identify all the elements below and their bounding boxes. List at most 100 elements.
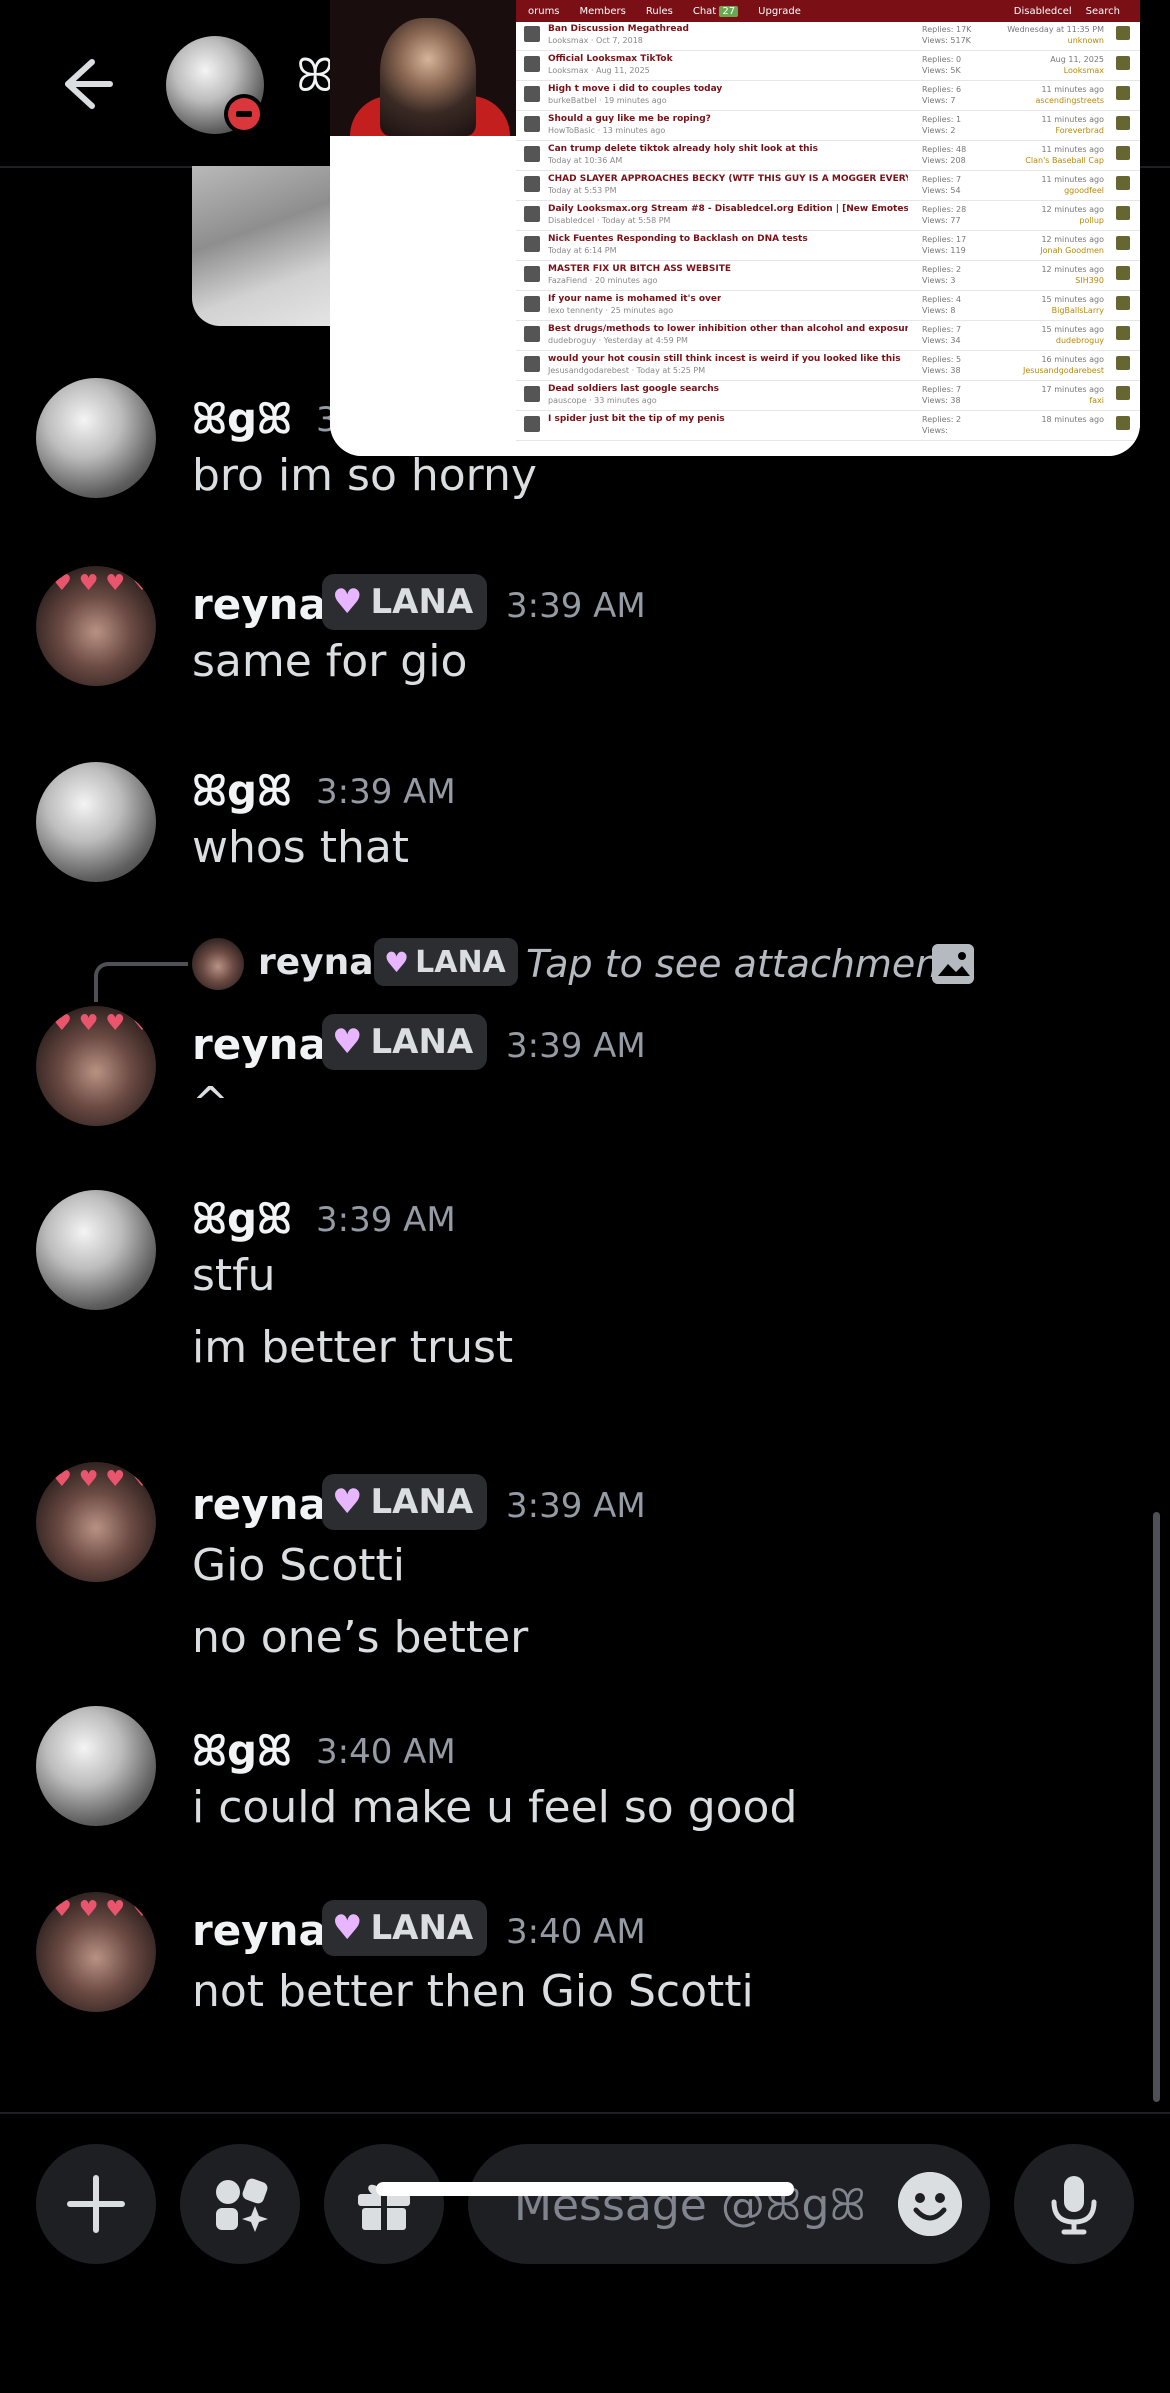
server-tag[interactable]: ♥ LANA — [322, 574, 488, 630]
emoji-icon[interactable] — [898, 2172, 962, 2236]
forum-nav-item[interactable]: Upgrade — [758, 6, 801, 17]
forum-nav-item[interactable]: Members — [580, 6, 626, 17]
forum-thread-row[interactable]: Should a guy like me be roping? HowToBasi… — [516, 112, 1140, 141]
back-arrow-icon[interactable] — [52, 52, 116, 116]
thread-title[interactable]: would your hot cousin still think incest… — [548, 354, 901, 364]
thread-last-post: 15 minutes ago BigBallsLarry — [1041, 295, 1104, 315]
thread-title[interactable]: Nick Fuentes Responding to Backlash on D… — [548, 234, 808, 244]
thread-title[interactable]: If your name is mohamed it's over — [548, 294, 721, 304]
forum-thread-row[interactable]: MASTER FIX UR BITCH ASS WEBSITE FazaFiend… — [516, 262, 1140, 291]
avatar[interactable] — [36, 378, 156, 498]
apps-button[interactable] — [180, 2144, 300, 2264]
forum-thread-row[interactable]: would your hot cousin still think incest… — [516, 352, 1140, 381]
last-poster-avatar — [1116, 206, 1130, 220]
picture-in-picture-window[interactable]: orums Members Rules Chat 27 Upgrade Disa… — [330, 0, 1140, 456]
thread-title[interactable]: Best drugs/methods to lower inhibition o… — [548, 324, 908, 334]
gift-button[interactable] — [324, 2144, 444, 2264]
forum-thread-row[interactable]: Ban Discussion Megathread Looksmax · Oct … — [516, 22, 1140, 51]
forum-nav-item[interactable]: orums — [528, 6, 560, 17]
message-author[interactable]: reyna — [192, 580, 327, 629]
thread-title[interactable]: Official Looksmax TikTok — [548, 54, 673, 64]
thread-title[interactable]: Ban Discussion Megathread — [548, 24, 689, 34]
message-author[interactable]: reyna — [192, 1480, 327, 1529]
reply-preview-text[interactable]: Tap to see attachment — [526, 942, 954, 986]
forum-thread-row[interactable]: CHAD SLAYER APPROACHES BECKY (WTF THIS G… — [516, 172, 1140, 201]
server-tag[interactable]: ♥ LANA — [322, 1474, 488, 1530]
thread-title[interactable]: High t move i did to couples today — [548, 84, 722, 94]
image-attachment[interactable] — [192, 166, 342, 326]
message: ♥ ♥ ♥ ♥ reyna ♥ LANA 3:40 AM not better … — [0, 1892, 1150, 2022]
avatar[interactable] — [36, 762, 156, 882]
home-indicator[interactable] — [376, 2182, 794, 2196]
avatar[interactable] — [36, 1190, 156, 1310]
last-poster-avatar — [1116, 86, 1130, 100]
thread-title[interactable]: Should a guy like me be roping? — [548, 114, 711, 124]
avatar[interactable]: ♥ ♥ ♥ ♥ — [36, 1006, 156, 1126]
message-text: whos that — [192, 822, 410, 873]
thread-avatar — [524, 56, 540, 72]
thread-title[interactable]: MASTER FIX UR BITCH ASS WEBSITE — [548, 264, 731, 274]
message-text: Gio Scotti — [192, 1540, 405, 1591]
thread-avatar — [524, 326, 540, 342]
forum-thread-row[interactable]: Daily Looksmax.org Stream #8 - Disabledc… — [516, 202, 1140, 231]
last-poster-avatar — [1116, 386, 1130, 400]
message-text: same for gio — [192, 636, 468, 687]
thread-last-post: 12 minutes ago Jonah Goodmen — [1040, 235, 1104, 255]
microphone-icon — [1051, 2176, 1097, 2235]
webcam-video — [330, 0, 525, 136]
forum-thread-row[interactable]: Nick Fuentes Responding to Backlash on D… — [516, 232, 1140, 261]
thread-title[interactable]: I spider just bit the tip of my penis — [548, 414, 725, 424]
forum-thread-row[interactable]: If your name is mohamed it's over lexo te… — [516, 292, 1140, 321]
thread-last-post: 16 minutes ago Jesusandgodarebest — [1022, 355, 1104, 375]
avatar[interactable] — [36, 1706, 156, 1826]
message-text: stfu — [192, 1250, 276, 1301]
thread-title[interactable]: CHAD SLAYER APPROACHES BECKY (WTF THIS G… — [548, 174, 908, 184]
forum-user[interactable]: Disabledcel — [1014, 6, 1072, 17]
thread-stats: Replies: 17K Views: 517K — [922, 25, 972, 45]
thread-avatar — [524, 86, 540, 102]
thread-title[interactable]: Daily Looksmax.org Stream #8 - Disabledc… — [548, 204, 908, 214]
avatar[interactable]: ♥ ♥ ♥ ♥ — [36, 1462, 156, 1582]
message-text: i could make u feel so good — [192, 1782, 798, 1833]
message-author[interactable]: ꕤgꕤ — [192, 1726, 292, 1776]
message-timestamp: 3:40 AM — [316, 1732, 456, 1772]
last-poster-avatar — [1116, 356, 1130, 370]
forum-thread-row[interactable]: I spider just bit the tip of my penis Rep… — [516, 412, 1140, 441]
chat-scrollbar[interactable] — [1153, 1512, 1160, 2102]
message-author[interactable]: reyna — [192, 1906, 327, 1955]
server-tag[interactable]: ♥ LANA — [322, 1900, 488, 1956]
thread-title[interactable]: Dead soldiers last google searchs — [548, 384, 719, 394]
forum-nav-item[interactable]: Chat 27 — [693, 5, 739, 17]
contact-name[interactable]: ꕤ — [296, 48, 334, 104]
message-author[interactable]: ꕤgꕤ — [192, 766, 292, 816]
forum-thread-row[interactable]: Dead soldiers last google searchs pauscop… — [516, 382, 1140, 411]
voice-message-button[interactable] — [1014, 2144, 1134, 2264]
message-timestamp: 3:39 AM — [506, 1486, 646, 1526]
add-button[interactable] — [36, 2144, 156, 2264]
last-poster-avatar — [1116, 416, 1130, 430]
thread-meta: Looksmax · Aug 11, 2025 — [548, 66, 650, 75]
thread-title[interactable]: Can trump delete tiktok already holy shi… — [548, 144, 818, 154]
avatar[interactable]: ♥ ♥ ♥ ♥ — [36, 1892, 156, 2012]
reply-author[interactable]: reyna — [258, 942, 374, 983]
last-poster-avatar — [1116, 236, 1130, 250]
thread-stats: Replies: 7 Views: 34 — [922, 325, 962, 345]
forum-nav-item[interactable]: Rules — [646, 6, 673, 17]
svg-text:♥ ♥ ♥ ♥: ♥ ♥ ♥ ♥ — [52, 1011, 144, 1036]
message-author[interactable]: reyna — [192, 1020, 327, 1069]
forum-thread-row[interactable]: High t move i did to couples today burkeB… — [516, 82, 1140, 111]
server-tag[interactable]: ♥ LANA — [322, 1014, 488, 1070]
forum-thread-row[interactable]: Best drugs/methods to lower inhibition o… — [516, 322, 1140, 351]
heart-icon: ♥ — [384, 945, 410, 979]
message-input[interactable] — [512, 2144, 896, 2266]
message-input-container[interactable] — [468, 2144, 990, 2266]
forum-thread-row[interactable]: Can trump delete tiktok already holy shi… — [516, 142, 1140, 171]
avatar[interactable]: ♥ ♥ ♥ ♥ — [36, 566, 156, 686]
thread-stats: Replies: 5 Views: 38 — [922, 355, 962, 375]
message-author[interactable]: ꕤgꕤ — [192, 394, 292, 444]
message-text: im better trust — [192, 1322, 514, 1373]
thread-meta: FazaFiend · 20 minutes ago — [548, 276, 658, 285]
forum-thread-row[interactable]: Official Looksmax TikTok Looksmax · Aug 1… — [516, 52, 1140, 81]
forum-search[interactable]: Search — [1086, 6, 1120, 17]
message-author[interactable]: ꕤgꕤ — [192, 1194, 292, 1244]
